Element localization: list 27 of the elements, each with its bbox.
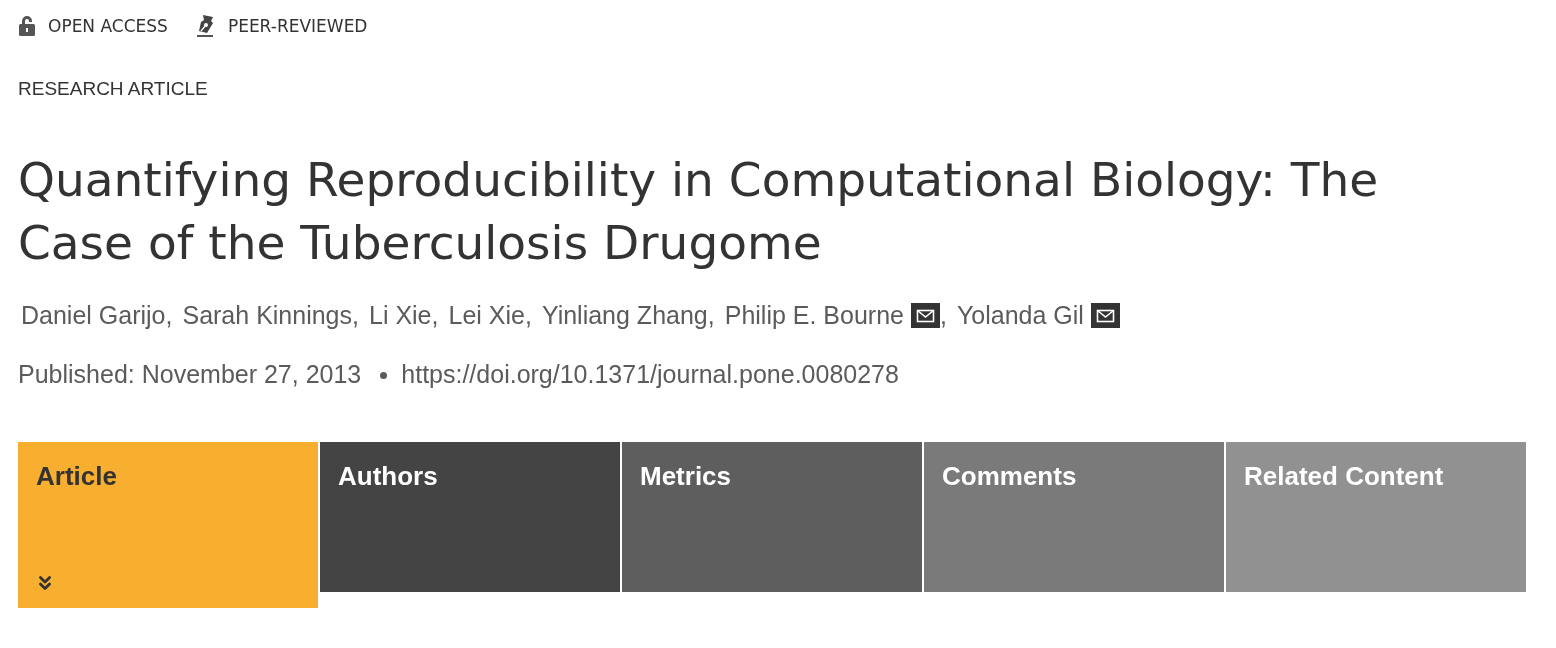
published-date: Published: November 27, 2013: [18, 360, 362, 388]
comma-separator: ,: [707, 301, 715, 329]
comma-separator: ,: [352, 301, 359, 329]
comma-separator: ,: [524, 301, 532, 329]
badge-label: OPEN ACCESS: [48, 16, 168, 36]
comma-separator: ,: [940, 301, 947, 329]
email-icon[interactable]: [1090, 302, 1120, 328]
comma-separator: ,: [165, 301, 173, 329]
badge-label: PEER-REVIEWED: [227, 16, 368, 36]
email-icon[interactable]: [911, 302, 940, 328]
author-link[interactable]: Yolanda Gil: [956, 301, 1084, 329]
tab[interactable]: Authors: [320, 442, 620, 592]
author-link[interactable]: Sarah Kinnings: [182, 301, 353, 329]
tab[interactable]: Metrics: [622, 442, 922, 592]
open-padlock-icon: [18, 15, 38, 37]
tab[interactable]: Comments: [924, 442, 1224, 592]
author-link[interactable]: Daniel Garijo: [21, 301, 166, 329]
author-link[interactable]: Li Xie: [369, 301, 432, 329]
doi-link[interactable]: https://doi.org/10.1371/journal.pone.0080278: [401, 360, 899, 388]
article-type-label: RESEARCH ARTICLE: [18, 78, 208, 100]
article-title: Quantifying Reproducibility in Computational Biology: The Case of the Tuberculosis Drugome: [18, 151, 1380, 272]
tab[interactable]: Article: [18, 442, 318, 608]
author-link[interactable]: Philip E. Bourne: [724, 301, 904, 329]
bullet-dot-icon: [380, 371, 388, 379]
comma-separator: ,: [431, 301, 439, 329]
author-link[interactable]: Lei Xie: [448, 301, 525, 329]
author-link[interactable]: Yinliang Zhang: [541, 301, 708, 329]
